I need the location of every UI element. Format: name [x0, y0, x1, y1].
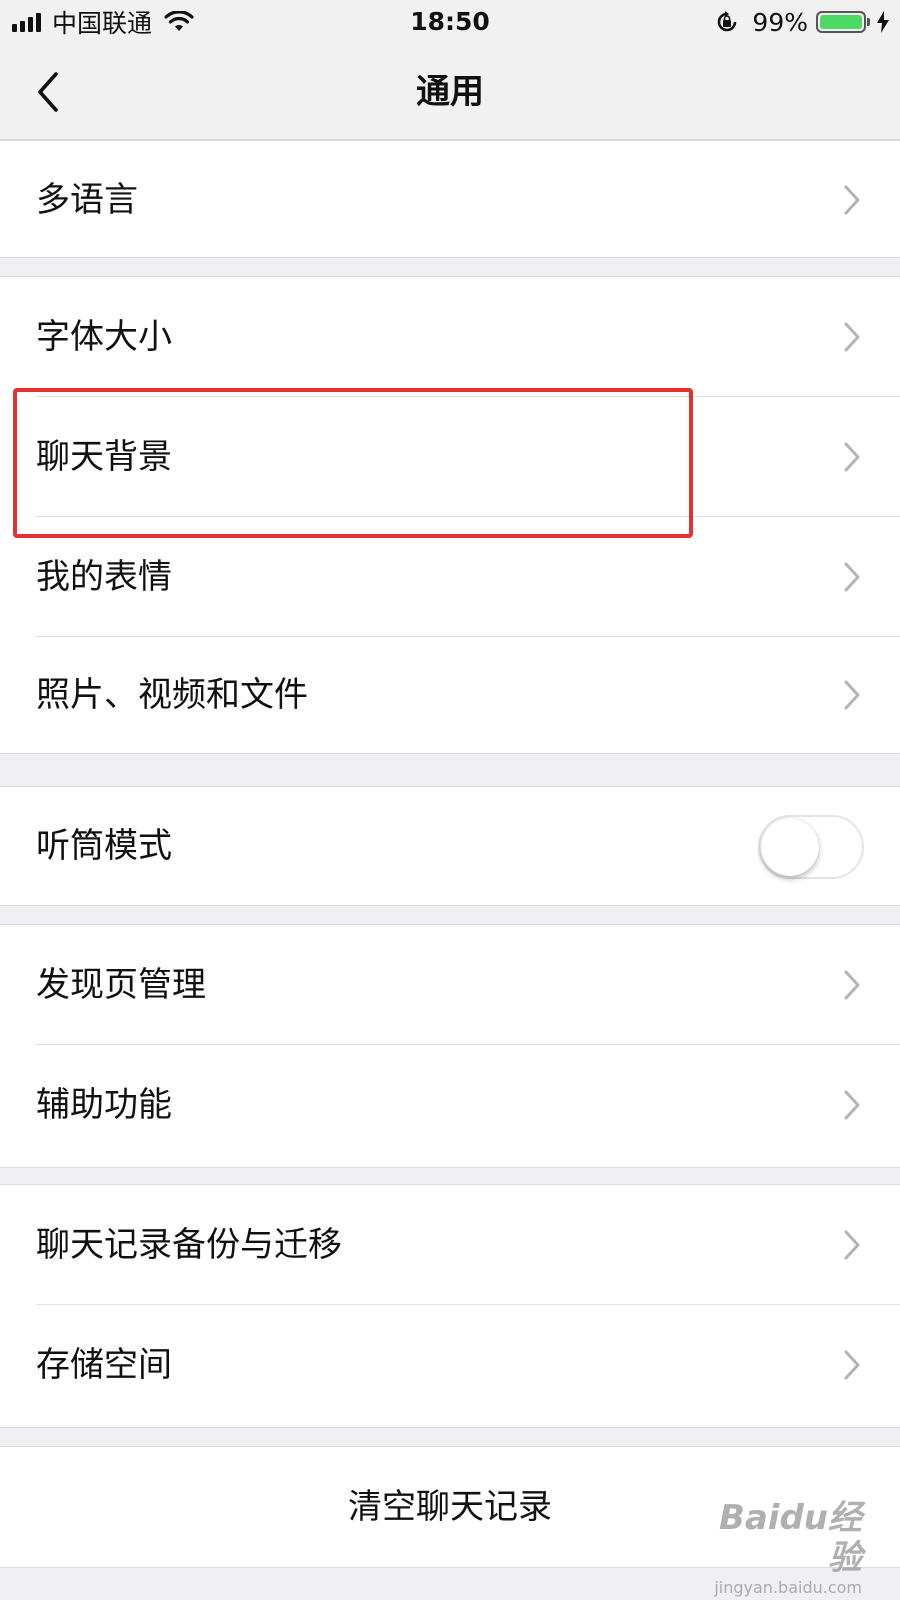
baidu-watermark: Baidu经验 jingyan.baidu.com	[692, 1498, 862, 1598]
earpiece-toggle[interactable]	[758, 815, 864, 879]
highlight-box	[13, 388, 693, 538]
cell-label: 聊天记录备份与迁移	[36, 1225, 342, 1265]
status-right: 99%	[714, 6, 890, 38]
chevron-right-icon	[844, 1350, 860, 1380]
watermark-url: jingyan.baidu.com	[714, 1578, 862, 1597]
cell-chat-backup[interactable]: 聊天记录备份与迁移	[0, 1185, 900, 1305]
cell-language[interactable]: 多语言	[0, 141, 900, 259]
cell-label: 发现页管理	[36, 965, 206, 1005]
screen: 中国联通 18:50 99% 通用 多语言 字体大小 聊天背景 我的表情 照片、…	[0, 0, 900, 1600]
chevron-right-icon	[844, 322, 860, 352]
cell-label: 辅助功能	[36, 1085, 172, 1125]
cell-label: 照片、视频和文件	[36, 675, 308, 715]
group-storage: 聊天记录备份与迁移 存储空间	[0, 1184, 900, 1428]
cell-discover-manage[interactable]: 发现页管理	[0, 925, 900, 1045]
battery-icon	[816, 11, 870, 33]
cell-label: 听筒模式	[36, 826, 172, 866]
chevron-right-icon	[844, 185, 860, 215]
cell-media-files[interactable]: 照片、视频和文件	[0, 637, 900, 753]
battery-cap	[867, 18, 870, 26]
rotation-lock-icon	[718, 11, 737, 32]
toggle-knob	[761, 818, 819, 876]
chevron-right-icon	[844, 1230, 860, 1260]
cell-storage-space[interactable]: 存储空间	[0, 1305, 900, 1425]
cell-accessibility[interactable]: 辅助功能	[0, 1045, 900, 1165]
cell-label: 字体大小	[36, 317, 172, 357]
cell-font-size[interactable]: 字体大小	[0, 277, 900, 397]
battery-level-fill	[820, 15, 862, 29]
chevron-right-icon	[844, 1090, 860, 1120]
cell-earpiece-mode: 听筒模式	[0, 787, 900, 905]
charging-icon	[877, 11, 889, 33]
nav-bar: 通用	[0, 44, 900, 140]
status-bar: 中国联通 18:50 99%	[0, 0, 900, 44]
battery-percent: 99%	[752, 7, 808, 37]
chevron-right-icon	[844, 680, 860, 710]
cell-label: 多语言	[36, 180, 138, 220]
watermark-logo: Baidu经验	[718, 1498, 862, 1578]
group-discover: 发现页管理 辅助功能	[0, 924, 900, 1168]
group-earpiece: 听筒模式	[0, 786, 900, 906]
group-language: 多语言	[0, 140, 900, 258]
chevron-right-icon	[844, 562, 860, 592]
chevron-right-icon	[844, 970, 860, 1000]
cell-label: 存储空间	[36, 1345, 172, 1385]
chevron-right-icon	[844, 442, 860, 472]
page-title: 通用	[416, 72, 484, 112]
